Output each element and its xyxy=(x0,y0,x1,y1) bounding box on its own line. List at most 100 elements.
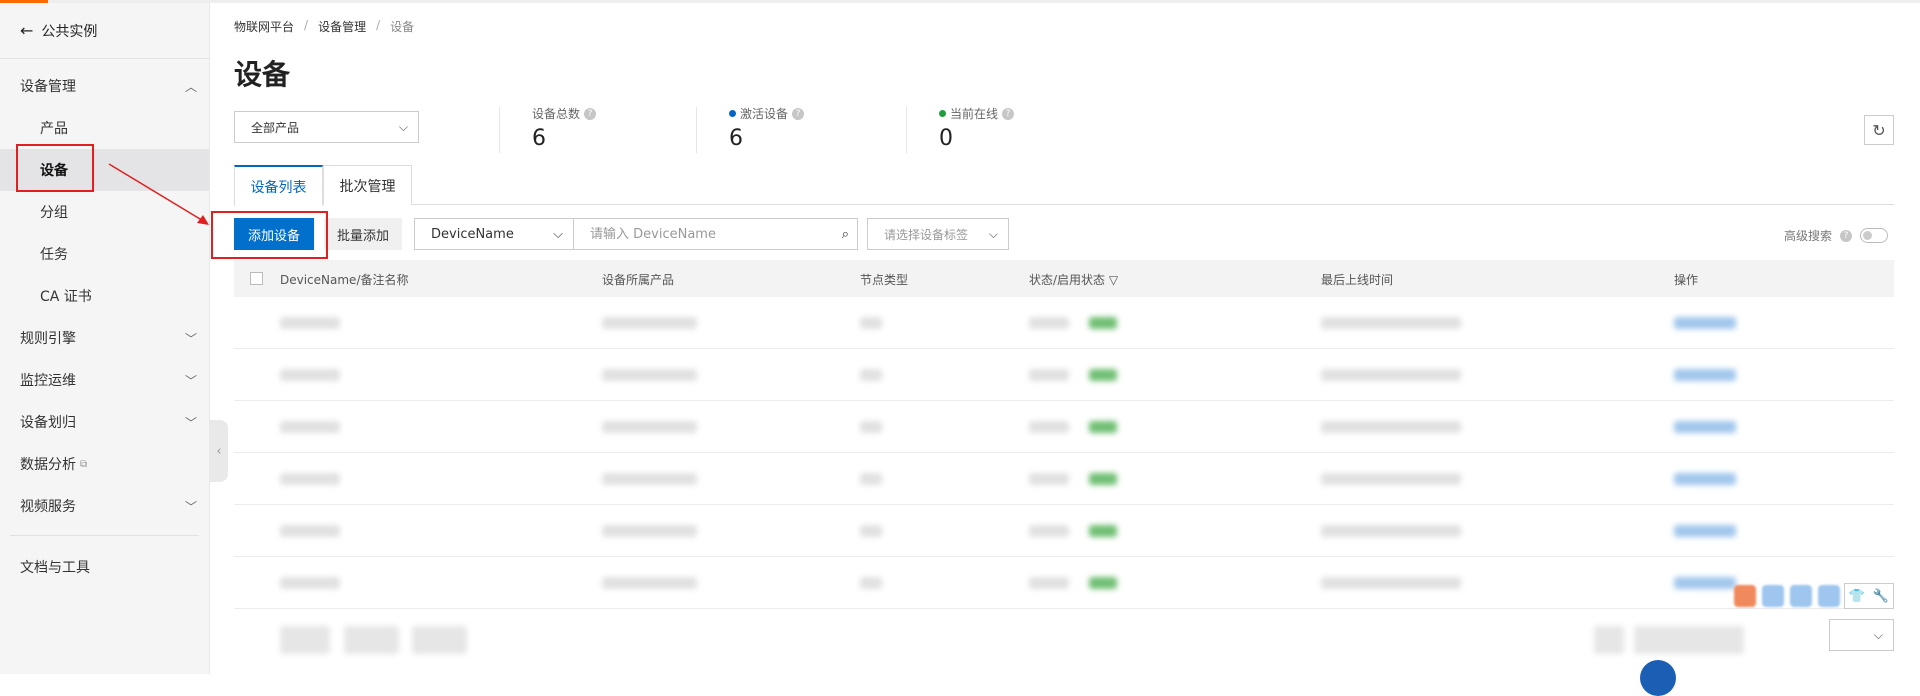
select-all-checkbox[interactable] xyxy=(250,272,263,285)
help-icon[interactable]: ? xyxy=(584,107,597,120)
filter-icon[interactable]: ▽ xyxy=(1109,273,1118,287)
helper-tools-button[interactable]: 👕 🔧 xyxy=(1844,583,1894,609)
sidebar-group-label: 数据分析 xyxy=(20,457,76,473)
blurred-cell xyxy=(1089,421,1117,433)
button-label: 批量添加 xyxy=(336,228,389,244)
blurred-cell xyxy=(1029,473,1069,485)
stat-divider xyxy=(696,107,697,153)
blurred-cell xyxy=(860,577,882,589)
table-header: DeviceName/备注名称 设备所属产品 节点类型 状态/启用状态 ▽ 最后… xyxy=(234,260,1894,297)
table-row[interactable] xyxy=(234,349,1894,401)
blurred-cell xyxy=(1674,369,1736,381)
column-header: 操作 xyxy=(1674,273,1699,287)
chevron-down-icon: ﹀ xyxy=(184,331,197,346)
table-body xyxy=(234,297,1894,609)
blurred-cell xyxy=(602,473,697,485)
tab-device-list[interactable]: 设备列表 xyxy=(234,165,323,206)
breadcrumb-separator: / xyxy=(304,18,309,32)
tab-batch-management[interactable]: 批次管理 xyxy=(323,165,412,205)
sidebar-item-ca-certificates[interactable]: CA 证书 xyxy=(0,275,209,317)
column-header: 设备所属产品 xyxy=(602,273,675,287)
wrench-icon: 🔧 xyxy=(1872,588,1890,604)
page-title: 设备 xyxy=(234,58,291,91)
chevron-down-icon: ⌵ xyxy=(398,119,408,134)
blurred-cell xyxy=(1321,369,1461,381)
blurred-cell xyxy=(1321,577,1461,589)
stat-total-devices: 设备总数? 6 xyxy=(532,105,597,151)
breadcrumb-item[interactable]: 物联网平台 xyxy=(234,18,294,35)
device-table: DeviceName/备注名称 设备所属产品 节点类型 状态/启用状态 ▽ 最后… xyxy=(234,260,1894,609)
blurred-cell xyxy=(1089,525,1117,537)
sidebar-group-monitoring[interactable]: 监控运维 ﹀ xyxy=(0,359,209,401)
chevron-up-icon: ︿ xyxy=(184,79,197,94)
chat-assistant-bubble[interactable] xyxy=(1640,660,1676,696)
chevron-down-icon: ﹀ xyxy=(184,373,197,388)
sidebar-collapse-handle[interactable]: ‹ xyxy=(210,420,228,482)
table-row[interactable] xyxy=(234,557,1894,609)
column-header: 状态/启用状态 ▽ xyxy=(1029,271,1118,288)
blurred-cell xyxy=(860,525,882,537)
sidebar-item-label: 产品 xyxy=(40,121,68,137)
search-field-value: DeviceName xyxy=(431,226,514,242)
sidebar-group-label: 规则引擎 xyxy=(20,331,76,347)
stat-label: 当前在线 xyxy=(950,107,999,121)
blurred-cell xyxy=(1029,421,1069,433)
sidebar-group-rules-engine[interactable]: 规则引擎 ﹀ xyxy=(0,317,209,359)
table-row[interactable] xyxy=(234,297,1894,349)
blurred-cell xyxy=(280,577,340,589)
refresh-icon: ↻ xyxy=(1872,120,1886,140)
help-icon[interactable]: ? xyxy=(792,107,805,120)
page-size-select[interactable]: ⌵ xyxy=(1829,619,1894,651)
tool-icon[interactable] xyxy=(1790,585,1812,607)
refresh-button[interactable]: ↻ xyxy=(1864,115,1894,145)
tab-label: 批次管理 xyxy=(339,178,396,195)
pagination-blurred xyxy=(412,626,467,654)
table-row[interactable] xyxy=(234,401,1894,453)
back-to-instances[interactable]: ← 公共实例 xyxy=(0,3,209,59)
sidebar-item-tasks[interactable]: 任务 xyxy=(0,233,209,275)
help-icon[interactable]: ? xyxy=(1002,107,1015,120)
blurred-cell xyxy=(1674,577,1736,589)
breadcrumb-current: 设备 xyxy=(390,20,415,34)
blurred-cell xyxy=(280,525,340,537)
blurred-cell xyxy=(860,421,882,433)
blurred-cell xyxy=(1674,473,1736,485)
search-field-select[interactable]: DeviceName ⌵ xyxy=(414,218,574,250)
sidebar-group-device-assignment[interactable]: 设备划归 ﹀ xyxy=(0,401,209,443)
arrow-left-icon: ← xyxy=(20,21,34,40)
sidebar-group-device-management[interactable]: 设备管理 ︿ xyxy=(0,65,209,107)
sidebar-item-docs-tools[interactable]: 文档与工具 xyxy=(0,546,209,588)
blurred-cell xyxy=(1029,369,1069,381)
product-filter-select[interactable]: 全部产品 ⌵ xyxy=(234,111,419,143)
sidebar-group-video-service[interactable]: 视频服务 ﹀ xyxy=(0,485,209,527)
sidebar-group-label: 监控运维 xyxy=(20,373,76,389)
advanced-search-toggle[interactable] xyxy=(1860,228,1889,243)
stat-online-devices: 当前在线? 0 xyxy=(939,105,1015,151)
batch-add-button[interactable]: 批量添加 xyxy=(324,218,402,250)
tool-icon[interactable] xyxy=(1734,585,1756,607)
blurred-cell xyxy=(280,317,340,329)
device-tag-select[interactable]: 请选择设备标签 ⌵ xyxy=(867,218,1009,250)
sidebar-item-data-analysis[interactable]: 数据分析 ⧉ xyxy=(0,443,209,485)
status-dot-icon xyxy=(729,110,736,117)
tool-icon[interactable] xyxy=(1818,585,1840,607)
table-row[interactable] xyxy=(234,453,1894,505)
stat-value: 6 xyxy=(729,126,743,151)
search-input[interactable] xyxy=(590,226,810,242)
search-icon[interactable]: ⌕ xyxy=(842,227,849,242)
tool-icon[interactable] xyxy=(1762,585,1784,607)
external-link-icon: ⧉ xyxy=(80,458,88,470)
back-label: 公共实例 xyxy=(41,23,98,40)
blurred-cell xyxy=(280,421,340,433)
sidebar: ← 公共实例 设备管理 ︿ 产品 设备 分组 任务 CA 证书 规则引擎 ﹀ 监… xyxy=(0,3,210,674)
table-row[interactable] xyxy=(234,505,1894,557)
breadcrumb-item[interactable]: 设备管理 xyxy=(318,18,366,35)
blurred-cell xyxy=(280,473,340,485)
tag-select-placeholder: 请选择设备标签 xyxy=(884,227,969,242)
sidebar-footer-label: 文档与工具 xyxy=(20,560,90,576)
help-icon[interactable]: ? xyxy=(1840,229,1853,242)
pagination-blurred xyxy=(280,626,330,654)
status-dot-icon xyxy=(939,110,946,117)
sidebar-item-products[interactable]: 产品 xyxy=(0,107,209,149)
blurred-cell xyxy=(1674,525,1736,537)
